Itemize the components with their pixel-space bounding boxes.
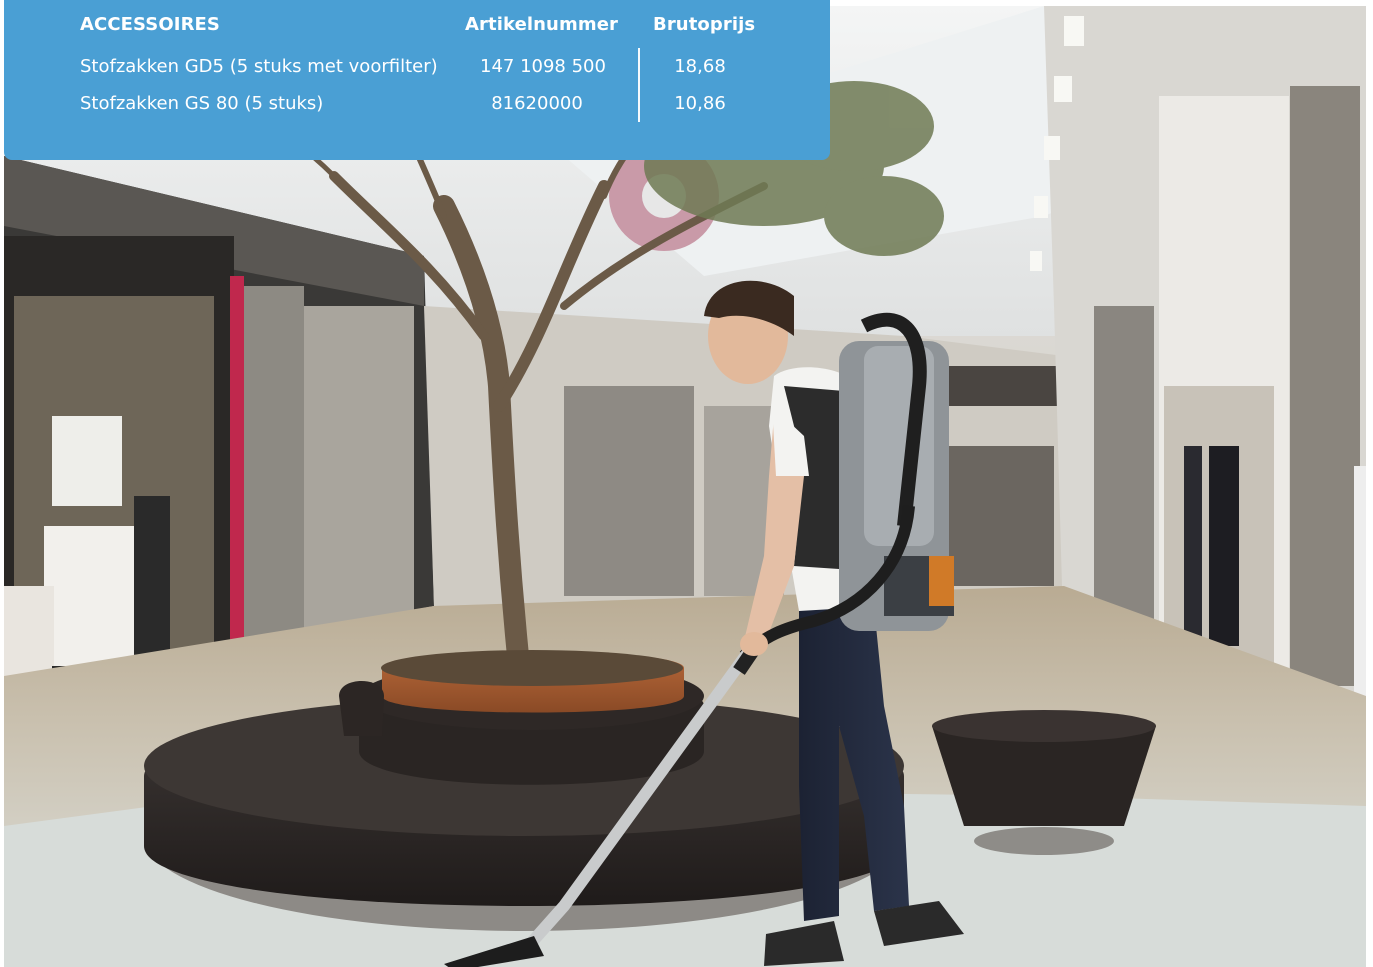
row-2-article-number: 81620000 (491, 93, 583, 114)
row-2-product-name: Stofzakken GS 80 (5 stuks) (80, 93, 324, 114)
column-divider (638, 48, 640, 122)
row-1-article-number: 147 1098 500 (480, 56, 606, 77)
accessories-price-table: ACCESSOIRES Artikelnummer Brutoprijs Sto… (4, 0, 830, 160)
row-1-price: 18,68 (674, 56, 726, 77)
row-2-price: 10,86 (674, 93, 726, 114)
header-article-number: Artikelnummer (465, 14, 618, 35)
header-accessories: ACCESSOIRES (80, 14, 220, 35)
row-1-product-name: Stofzakken GD5 (5 stuks met voorfilter) (80, 56, 438, 77)
header-gross-price: Brutoprijs (653, 14, 756, 35)
